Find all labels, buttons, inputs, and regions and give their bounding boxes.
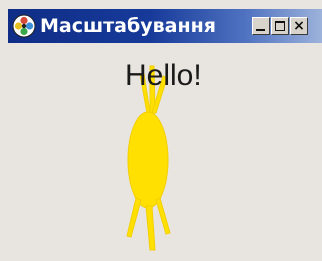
close-icon: ×	[293, 18, 305, 34]
title-bar[interactable]: Масштабування ×	[8, 9, 322, 43]
window-title: Масштабування	[40, 15, 216, 37]
maximize-icon	[275, 21, 285, 31]
greeting-text: Hello!	[125, 59, 202, 92]
maximize-button[interactable]	[271, 17, 289, 35]
minimize-button[interactable]	[252, 17, 270, 35]
close-button[interactable]: ×	[290, 17, 308, 35]
minimize-icon	[256, 29, 265, 31]
app-flower-icon	[12, 14, 36, 38]
app-window: Масштабування × Hello!	[0, 0, 322, 261]
